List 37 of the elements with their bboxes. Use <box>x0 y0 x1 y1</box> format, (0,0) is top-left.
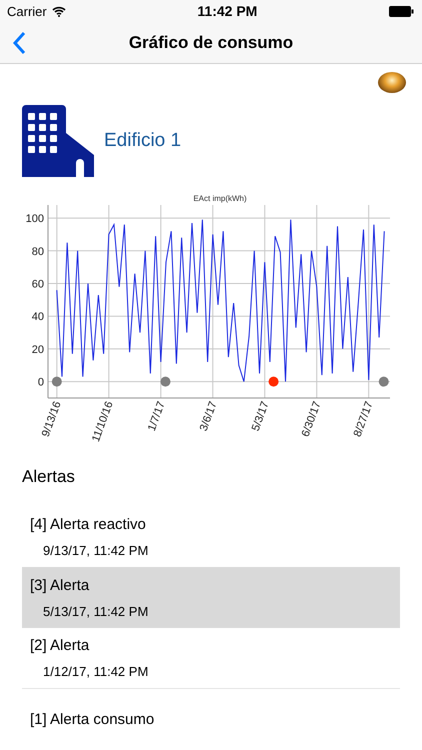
alert-row[interactable]: [4] Alerta reactivo 9/13/17, 11:42 PM <box>22 506 400 568</box>
alert-marker[interactable] <box>52 376 62 386</box>
alert-marker[interactable] <box>378 376 389 386</box>
y-axis-label: 20 <box>32 343 44 356</box>
y-axis-label: 80 <box>32 245 44 258</box>
alert-marker[interactable] <box>268 376 279 386</box>
alert-date: 9/13/17, 11:42 PM <box>42 542 150 558</box>
alert-row[interactable]: [3] Alerta 5/13/17, 11:42 PM <box>22 567 400 628</box>
y-axis-label: 60 <box>32 278 44 290</box>
alert-title: [1] Alerta consumo <box>30 711 156 728</box>
battery-icon <box>388 6 414 16</box>
status-orb-icon <box>378 72 406 94</box>
chart-title: EAct imp(kWh) <box>193 194 247 202</box>
x-axis-label: 5/3/17 <box>250 399 272 432</box>
y-axis-label: 40 <box>32 310 44 323</box>
alert-title: [4] Alerta reactivo <box>30 516 147 533</box>
x-axis-label: 8/27/17 <box>352 399 376 438</box>
alert-title: [3] Alerta <box>30 576 90 594</box>
building-icon <box>22 105 94 178</box>
x-axis-label: 6/30/17 <box>300 399 324 438</box>
alert-marker[interactable] <box>160 376 170 386</box>
x-axis-label: 1/7/17 <box>146 399 168 432</box>
section-title: Alertas <box>22 466 75 486</box>
status-time: 11:42 PM <box>197 3 258 19</box>
wifi-icon <box>52 6 66 16</box>
y-axis-label: 0 <box>38 376 44 388</box>
alert-row[interactable]: [2] Alerta 1/12/17, 11:42 PM <box>22 628 400 690</box>
x-axis-label: 3/6/17 <box>198 399 220 432</box>
screen-title: Gráfico de consumo <box>128 32 294 53</box>
x-axis-label: 9/13/16 <box>40 399 64 438</box>
building-name: Edificio 1 <box>104 130 182 152</box>
alert-row[interactable]: [1] Alerta consumo <box>22 689 400 750</box>
alert-title: [2] Alerta <box>30 637 90 654</box>
y-axis-label: 100 <box>26 212 44 225</box>
carrier-name: Carrier <box>7 4 47 18</box>
alert-date: 1/12/17, 11:42 PM <box>42 664 150 680</box>
alert-date: 5/13/17, 11:42 PM <box>42 604 150 619</box>
